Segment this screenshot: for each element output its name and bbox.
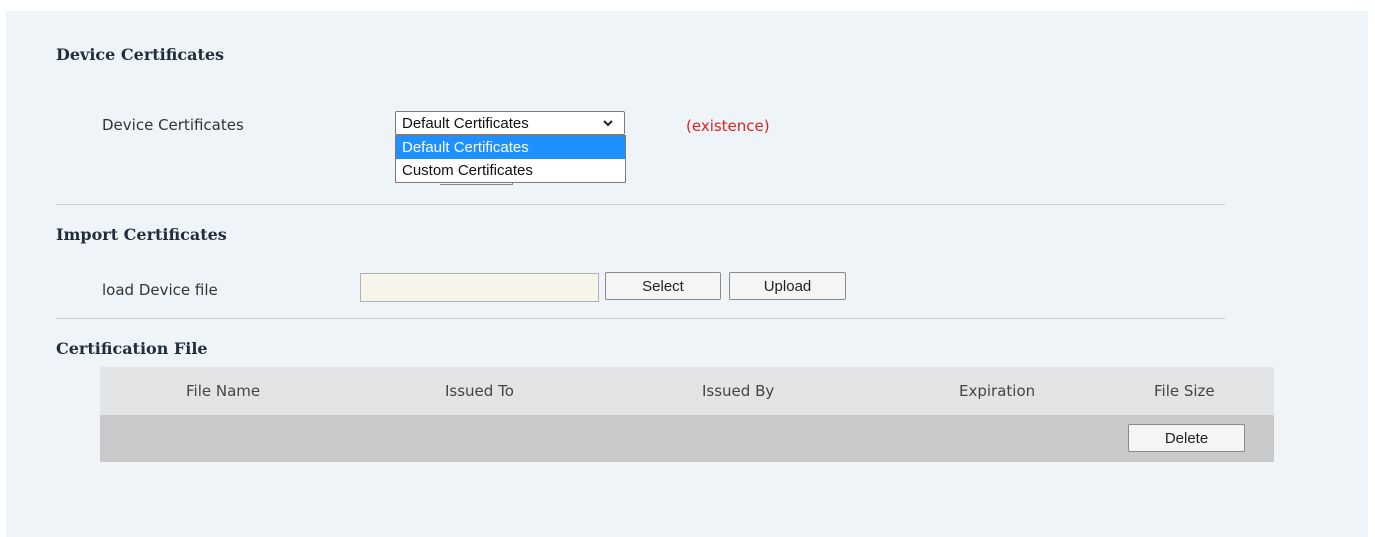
certificate-status: (existence) bbox=[686, 117, 770, 135]
device-certificates-dropdown: Default Certificates Custom Certificates bbox=[395, 135, 626, 183]
column-issued-by: Issued By bbox=[702, 382, 775, 400]
option-default-certificates[interactable]: Default Certificates bbox=[396, 136, 625, 159]
column-expiration: Expiration bbox=[959, 382, 1036, 400]
certification-file-title: Certification File bbox=[56, 339, 208, 358]
column-issued-to: Issued To bbox=[445, 382, 514, 400]
load-device-file-label: load Device file bbox=[102, 281, 218, 299]
table-row: Delete bbox=[100, 415, 1274, 462]
divider bbox=[56, 318, 1225, 319]
import-certificates-title: Import Certificates bbox=[56, 225, 227, 244]
device-file-input[interactable] bbox=[360, 273, 599, 302]
select-button[interactable]: Select bbox=[605, 272, 721, 300]
divider bbox=[56, 204, 1225, 205]
column-file-size: File Size bbox=[1154, 382, 1215, 400]
chevron-down-icon bbox=[602, 116, 614, 133]
column-file-name: File Name bbox=[186, 382, 261, 400]
device-certificates-label: Device Certificates bbox=[102, 116, 244, 134]
option-custom-certificates[interactable]: Custom Certificates bbox=[396, 159, 625, 182]
upload-button[interactable]: Upload bbox=[729, 272, 846, 300]
device-certificates-select[interactable]: Default Certificates bbox=[395, 111, 625, 135]
delete-button[interactable]: Delete bbox=[1128, 424, 1245, 452]
device-certificates-title: Device Certificates bbox=[56, 45, 225, 64]
select-value: Default Certificates bbox=[402, 115, 529, 132]
certificate-table-header: File Name Issued To Issued By Expiration… bbox=[100, 367, 1274, 415]
